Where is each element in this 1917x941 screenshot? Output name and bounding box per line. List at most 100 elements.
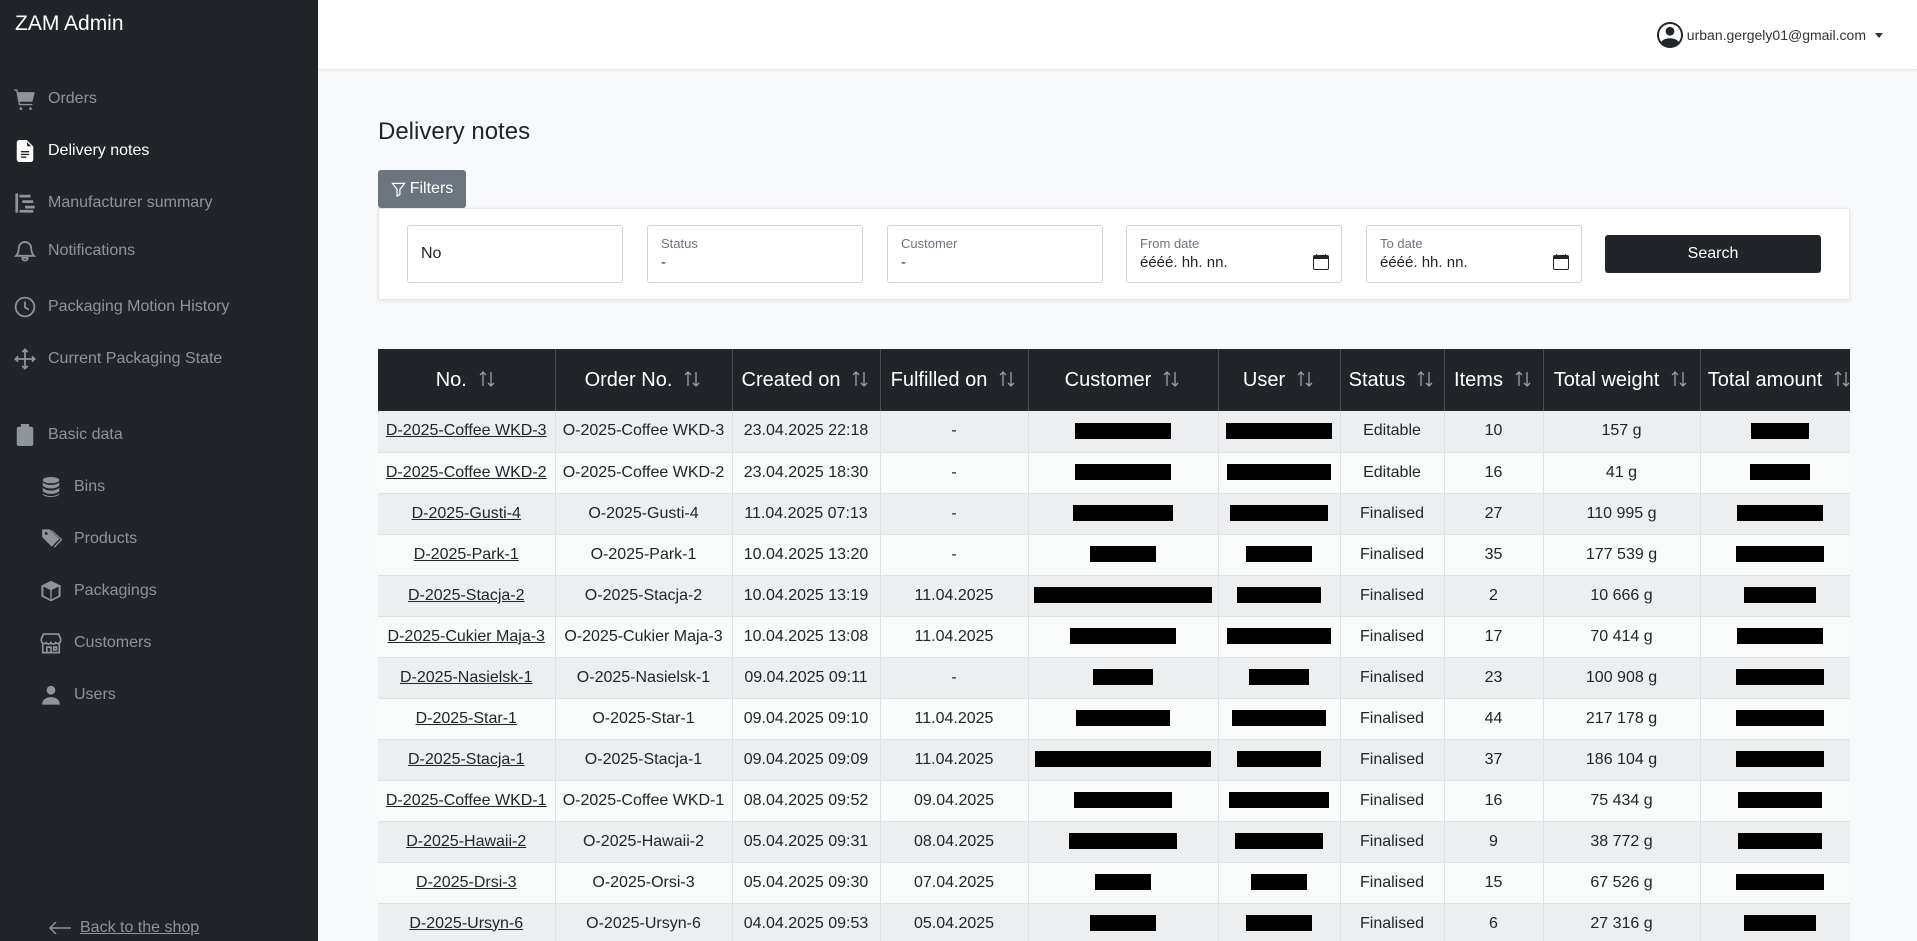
- column-header-label: Status: [1348, 368, 1406, 391]
- delivery-note-link[interactable]: D-2025-Star-1: [416, 710, 517, 727]
- sort-arrows-icon[interactable]: [1295, 370, 1315, 388]
- search-button[interactable]: Search: [1605, 235, 1821, 273]
- delivery-note-link[interactable]: D-2025-Gusti-4: [412, 505, 521, 522]
- table-row[interactable]: D-2025-Hawaii-2 O-2025-Hawaii-2 05.04.2025…: [378, 821, 1850, 863]
- redacted-value: [1076, 710, 1170, 727]
- calendar-icon[interactable]: [1553, 254, 1569, 270]
- sort-arrows-icon[interactable]: [1415, 370, 1435, 388]
- table-row[interactable]: D-2025-Stacja-2 O-2025-Stacja-2 10.04.2025…: [378, 575, 1850, 617]
- number-filter-input[interactable]: No: [407, 225, 623, 283]
- redacted-value: [1226, 423, 1332, 440]
- cell-value: 2: [1489, 586, 1498, 604]
- sidebar-item-orders[interactable]: Orders: [14, 88, 97, 110]
- column-header[interactable]: Status: [1340, 349, 1445, 411]
- table-row[interactable]: D-2025-Cukier Maja-3 O-2025-Cukier Maja-3…: [378, 616, 1850, 658]
- delivery-note-link[interactable]: D-2025-Coffee WKD-1: [386, 792, 547, 809]
- sidebar-item-current-packaging-state[interactable]: Current Packaging State: [14, 348, 222, 370]
- redacted-value: [1744, 587, 1816, 604]
- sort-arrows-icon[interactable]: [1832, 370, 1850, 388]
- delivery-note-link[interactable]: D-2025-Cukier Maja-3: [388, 628, 545, 645]
- table-cell: O-2025-Hawaii-2: [555, 821, 733, 863]
- brand-title[interactable]: ZAM Admin: [15, 12, 124, 36]
- from-date-input[interactable]: From date éééé. hh. nn.: [1126, 225, 1342, 283]
- sort-arrows-icon[interactable]: [997, 370, 1017, 388]
- sidebar-item-bins[interactable]: Bins: [40, 476, 105, 498]
- table-row[interactable]: D-2025-Coffee WKD-2 O-2025-Coffee WKD-2 23…: [378, 452, 1850, 494]
- sort-arrows-icon[interactable]: [1513, 370, 1533, 388]
- status-filter-select[interactable]: Status -: [647, 225, 863, 283]
- table-row[interactable]: D-2025-Drsi-3 O-2025-Orsi-3 05.04.2025 09:…: [378, 862, 1850, 904]
- table-cell: 38 772 g: [1543, 821, 1701, 863]
- table-row[interactable]: D-2025-Gusti-4 O-2025-Gusti-4 11.04.2025 0…: [378, 493, 1850, 535]
- sidebar-item-notifications[interactable]: Notifications: [14, 240, 135, 262]
- table-cell: 16: [1444, 780, 1544, 822]
- table-cell: [1700, 411, 1850, 453]
- delivery-note-link[interactable]: D-2025-Drsi-3: [416, 874, 516, 891]
- table-cell: Finalised: [1340, 493, 1445, 535]
- sidebar-item-label: Basic data: [48, 426, 123, 443]
- column-header[interactable]: Customer: [1028, 349, 1219, 411]
- sidebar-item-customers[interactable]: Customers: [40, 632, 151, 654]
- delivery-note-link[interactable]: D-2025-Park-1: [414, 546, 519, 563]
- delivery-note-link[interactable]: D-2025-Ursyn-6: [409, 915, 523, 932]
- to-date-input[interactable]: To date éééé. hh. nn.: [1366, 225, 1582, 283]
- delivery-note-link[interactable]: D-2025-Hawaii-2: [406, 833, 526, 850]
- sidebar-item-basic-data[interactable]: Basic data: [14, 424, 123, 446]
- table-cell: [1218, 821, 1341, 863]
- table-row[interactable]: D-2025-Nasielsk-1 O-2025-Nasielsk-1 09.04.…: [378, 657, 1850, 699]
- column-header-label: Order No.: [584, 368, 673, 391]
- sidebar-item-users[interactable]: Users: [40, 684, 116, 706]
- column-header[interactable]: Created on: [732, 349, 881, 411]
- table-cell: 41 g: [1543, 452, 1701, 494]
- from-date-value: éééé. hh. nn.: [1140, 254, 1228, 271]
- sort-arrows-icon[interactable]: [1669, 370, 1689, 388]
- sidebar-item-label: Delivery notes: [48, 142, 150, 159]
- cell-value: Finalised: [1359, 627, 1425, 645]
- cell-value: Finalised: [1359, 545, 1425, 563]
- column-header[interactable]: Total weight: [1543, 349, 1701, 411]
- column-header[interactable]: Total amount: [1700, 349, 1850, 411]
- sort-arrows-icon[interactable]: [477, 370, 497, 388]
- column-header[interactable]: User: [1218, 349, 1341, 411]
- cell-value: 16: [1484, 463, 1503, 481]
- delivery-note-link[interactable]: D-2025-Nasielsk-1: [400, 669, 533, 686]
- sidebar-item-manufacturer-summary[interactable]: Manufacturer summary: [14, 192, 213, 214]
- table-row[interactable]: D-2025-Park-1 O-2025-Park-1 10.04.2025 13:…: [378, 534, 1850, 576]
- sort-arrows-icon[interactable]: [1161, 370, 1181, 388]
- delivery-note-link[interactable]: D-2025-Coffee WKD-2: [386, 464, 547, 481]
- sidebar-item-products[interactable]: Products: [40, 528, 137, 550]
- delivery-note-link[interactable]: D-2025-Stacja-2: [408, 587, 525, 604]
- user-menu-dropdown[interactable]: urban.gergely01@gmail.com: [1656, 22, 1883, 48]
- column-header[interactable]: No.: [378, 349, 556, 411]
- table-row[interactable]: D-2025-Stacja-1 O-2025-Stacja-1 09.04.2025…: [378, 739, 1850, 781]
- sort-arrows-icon[interactable]: [850, 370, 870, 388]
- sidebar-item-packagings[interactable]: Packagings: [40, 580, 157, 602]
- table-row[interactable]: D-2025-Star-1 O-2025-Star-1 09.04.2025 09:…: [378, 698, 1850, 740]
- column-header[interactable]: Items: [1444, 349, 1544, 411]
- cell-value: 177 539 g: [1585, 545, 1658, 563]
- sort-arrows-icon[interactable]: [682, 370, 702, 388]
- column-header-label: No.: [435, 368, 467, 391]
- column-header[interactable]: Fulfilled on: [880, 349, 1029, 411]
- customer-filter-select[interactable]: Customer -: [887, 225, 1103, 283]
- table-cell: [1700, 452, 1850, 494]
- sidebar-item-delivery-notes[interactable]: Delivery notes: [14, 140, 149, 162]
- table-row[interactable]: D-2025-Coffee WKD-3 O-2025-Coffee WKD-3 23…: [378, 411, 1850, 453]
- back-to-shop-link[interactable]: Back to the shop: [48, 919, 199, 937]
- table-row[interactable]: D-2025-Coffee WKD-1 O-2025-Coffee WKD-1 08…: [378, 780, 1850, 822]
- cell-value: Finalised: [1359, 791, 1425, 809]
- table-row[interactable]: D-2025-Ursyn-6 O-2025-Ursyn-6 04.04.2025 0…: [378, 903, 1850, 941]
- calendar-icon[interactable]: [1313, 254, 1329, 270]
- table-cell: Finalised: [1340, 739, 1445, 781]
- cell-value: 23.04.2025 18:30: [743, 463, 869, 481]
- table-cell: [1028, 739, 1219, 781]
- sidebar-item-packaging-motion-history[interactable]: Packaging Motion History: [14, 296, 229, 318]
- column-header[interactable]: Order No.: [555, 349, 733, 411]
- sidebar-item-label: Packagings: [74, 582, 157, 599]
- filters-toggle-button[interactable]: Filters: [378, 170, 466, 208]
- delivery-note-link[interactable]: D-2025-Stacja-1: [408, 751, 525, 768]
- table-cell: 05.04.2025: [880, 903, 1029, 941]
- delivery-note-link[interactable]: D-2025-Coffee WKD-3: [386, 422, 547, 439]
- cell-value: 11.04.2025: [914, 627, 994, 645]
- table-cell: 110 995 g: [1543, 493, 1701, 535]
